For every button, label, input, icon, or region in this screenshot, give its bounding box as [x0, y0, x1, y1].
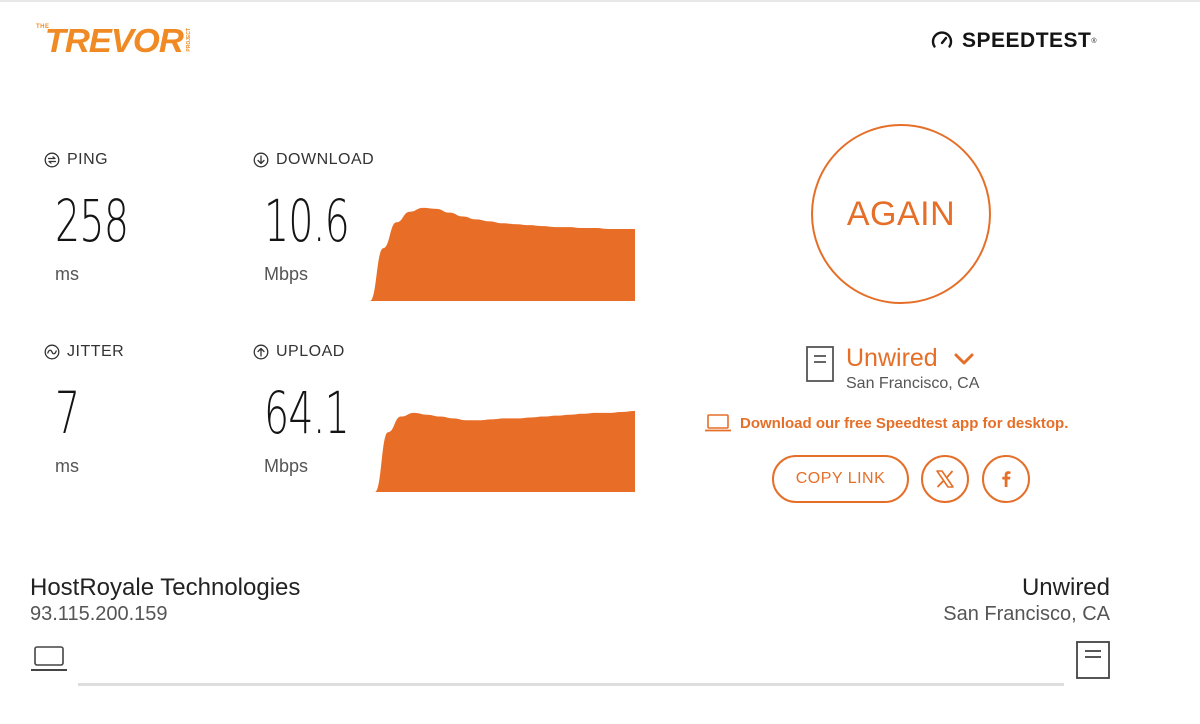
client-ip-address: 93.115.200.159	[30, 603, 168, 625]
promo-text: Download our free Speedtest app for desk…	[740, 414, 1069, 432]
copy-link-button[interactable]: COPY LINK	[772, 455, 909, 503]
server-location: San Francisco, CA	[846, 374, 980, 392]
server-provider-name: Unwired	[1021, 574, 1110, 601]
ping-unit: ms	[55, 264, 79, 284]
upload-label-text: UPLOAD	[276, 343, 345, 360]
logo-suffix: PROJECT	[186, 28, 192, 52]
ping-label: PING	[44, 151, 108, 169]
facebook-logo-icon	[1002, 471, 1011, 487]
laptop-icon	[705, 414, 731, 432]
jitter-icon	[44, 344, 60, 360]
client-laptop-icon	[31, 646, 67, 671]
download-value: 10.6	[264, 187, 350, 255]
share-x-button[interactable]	[921, 455, 969, 503]
upload-unit: Mbps	[264, 456, 309, 476]
client-isp-name: HostRoyale Technologies	[30, 574, 301, 601]
share-facebook-button[interactable]	[982, 455, 1030, 503]
logo-wordmark: TREVOR	[44, 22, 184, 59]
speedometer-icon	[931, 31, 953, 48]
chevron-down-icon[interactable]	[954, 352, 974, 366]
server-icon	[806, 346, 834, 382]
desktop-app-promo-link[interactable]: Download our free Speedtest app for desk…	[704, 413, 1068, 433]
speedtest-brand[interactable]: SPEEDTEST ®	[930, 28, 1097, 54]
jitter-label: JITTER	[44, 343, 124, 361]
trademark-mark: ®	[1091, 37, 1097, 45]
upload-label: UPLOAD	[253, 343, 345, 361]
download-arrow-icon	[253, 152, 269, 168]
jitter-unit: ms	[55, 456, 79, 476]
server-endpoint-icon	[1076, 641, 1110, 679]
server-name-text: Unwired	[846, 344, 938, 372]
ping-value: 258	[55, 187, 129, 255]
server-selector[interactable]: Unwired San Francisco, CA	[806, 344, 980, 393]
upload-arrow-icon	[253, 344, 269, 360]
upload-value: 64.1	[264, 379, 350, 447]
download-label-text: DOWNLOAD	[276, 151, 375, 168]
upload-throughput-area	[375, 411, 635, 492]
jitter-label-text: JITTER	[67, 343, 125, 360]
speedtest-wordmark: SPEEDTEST	[962, 29, 1092, 52]
download-label: DOWNLOAD	[253, 151, 374, 169]
server-name[interactable]: Unwired	[846, 344, 979, 373]
trevor-project-logo[interactable]: THE TREVOR PROJECT	[36, 22, 196, 59]
download-graph	[370, 207, 635, 301]
server-provider-location: San Francisco, CA	[943, 603, 1110, 625]
top-border	[0, 0, 1200, 2]
download-throughput-area	[370, 207, 635, 301]
jitter-value: 7	[55, 379, 80, 447]
x-logo-icon	[936, 470, 954, 488]
connection-line	[78, 683, 1064, 686]
again-button[interactable]: AGAIN	[811, 124, 991, 304]
upload-graph	[375, 411, 635, 492]
ping-label-text: PING	[67, 151, 109, 168]
ping-icon	[44, 152, 60, 168]
download-unit: Mbps	[264, 264, 309, 284]
